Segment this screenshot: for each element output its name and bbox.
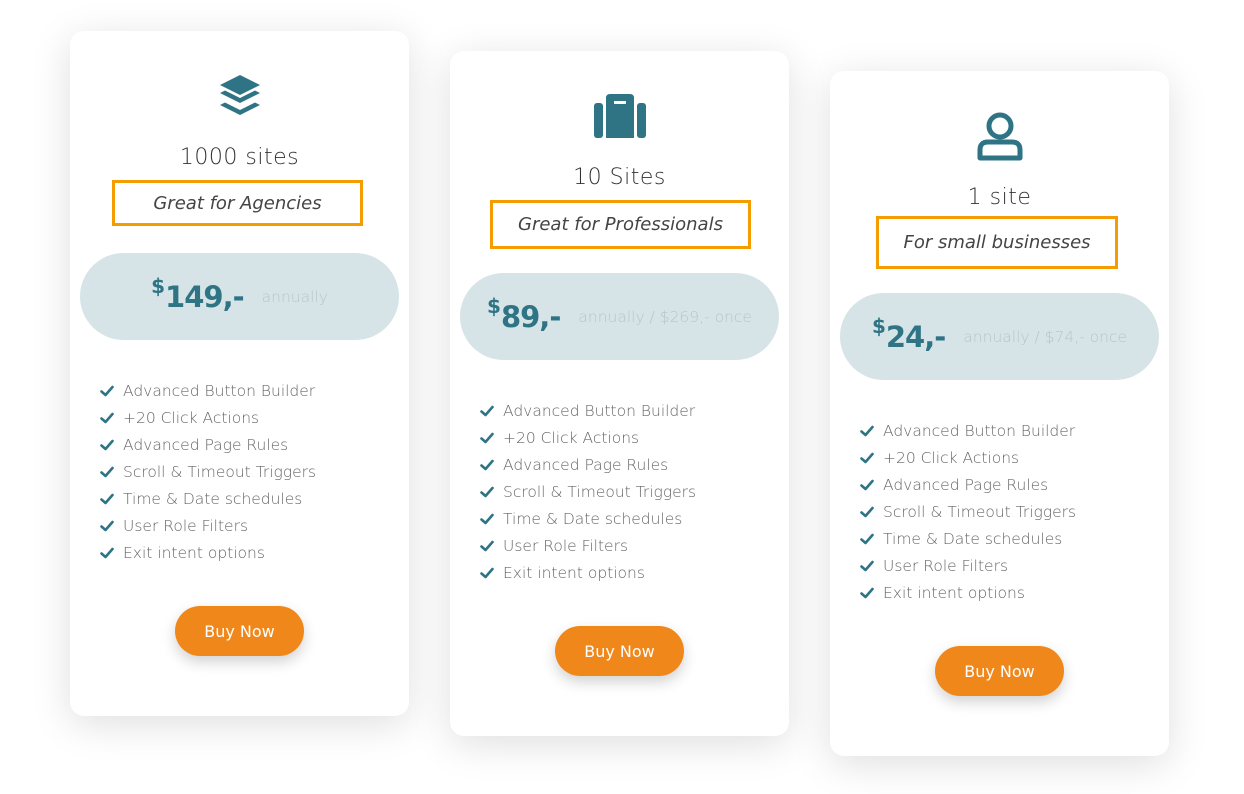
feature-item: Advanced Page Rules — [860, 471, 1076, 498]
price: $ 149,- — [151, 274, 245, 314]
feature-label: User Role Filters — [883, 556, 1009, 575]
feature-label: +20 Click Actions — [883, 448, 1020, 467]
check-icon — [480, 539, 494, 553]
feature-item: Time & Date schedules — [480, 505, 696, 532]
feature-item: Advanced Page Rules — [480, 451, 696, 478]
feature-label: User Role Filters — [503, 536, 629, 555]
price: $ 89,- — [487, 294, 561, 334]
plan-title: 1 site — [967, 185, 1032, 210]
feature-item: Scroll & Timeout Triggers — [480, 478, 696, 505]
feature-item: +20 Click Actions — [480, 424, 696, 451]
check-icon — [100, 519, 114, 533]
feature-label: Scroll & Timeout Triggers — [883, 502, 1077, 521]
feature-label: Exit intent options — [123, 543, 265, 562]
feature-item: Exit intent options — [480, 559, 696, 586]
buy-now-button[interactable]: Buy Now — [175, 606, 304, 656]
feature-item: Scroll & Timeout Triggers — [100, 458, 316, 485]
feature-item: Exit intent options — [860, 579, 1076, 606]
price-note: annually — [261, 287, 328, 306]
check-icon — [860, 532, 874, 546]
feature-item: User Role Filters — [860, 552, 1076, 579]
check-icon — [100, 438, 114, 452]
feature-item: Scroll & Timeout Triggers — [860, 498, 1076, 525]
feature-label: Advanced Page Rules — [883, 475, 1049, 494]
feature-list: Advanced Button Builder +20 Click Actions… — [860, 417, 1076, 606]
feature-item: User Role Filters — [480, 532, 696, 559]
feature-item: Advanced Button Builder — [860, 417, 1076, 444]
price-pill: $ 89,- annually / $269,- once — [460, 273, 779, 360]
price-value: 89,- — [500, 299, 561, 334]
feature-item: Time & Date schedules — [860, 525, 1076, 552]
feature-label: Scroll & Timeout Triggers — [123, 462, 317, 481]
feature-item: Advanced Button Builder — [100, 377, 316, 404]
pricing-card-small-business: 1 site For small businesses $ 24,- annua… — [830, 71, 1169, 756]
feature-item: +20 Click Actions — [860, 444, 1076, 471]
plan-subtitle: For small businesses — [876, 216, 1118, 269]
pricing-card-agencies: 1000 sites Great for Agencies $ 149,- an… — [70, 31, 409, 716]
feature-list: Advanced Button Builder +20 Click Actions… — [100, 377, 316, 566]
check-icon — [100, 411, 114, 425]
feature-label: Scroll & Timeout Triggers — [503, 482, 697, 501]
price-value: 24,- — [885, 319, 946, 354]
price-pill: $ 24,- annually / $74,- once — [840, 293, 1159, 380]
check-icon — [480, 566, 494, 580]
price-note: annually / $269,- once — [578, 307, 752, 326]
price-value: 149,- — [165, 279, 245, 314]
check-icon — [860, 451, 874, 465]
check-icon — [860, 505, 874, 519]
currency-symbol: $ — [871, 313, 886, 338]
check-icon — [860, 586, 874, 600]
check-icon — [100, 546, 114, 560]
feature-item: Advanced Button Builder — [480, 397, 696, 424]
pricing-card-professionals: 10 Sites Great for Professionals $ 89,- … — [450, 51, 789, 736]
check-icon — [100, 465, 114, 479]
check-icon — [860, 559, 874, 573]
check-icon — [100, 492, 114, 506]
feature-item: Advanced Page Rules — [100, 431, 316, 458]
plan-title: 1000 sites — [179, 145, 300, 170]
check-icon — [860, 478, 874, 492]
price-note: annually / $74,- once — [963, 327, 1128, 346]
user-icon — [830, 112, 1169, 162]
check-icon — [100, 384, 114, 398]
feature-label: Time & Date schedules — [503, 509, 683, 528]
buy-now-button[interactable]: Buy Now — [935, 646, 1064, 696]
layers-icon — [70, 75, 409, 119]
feature-label: +20 Click Actions — [123, 408, 260, 427]
check-icon — [480, 485, 494, 499]
check-icon — [480, 512, 494, 526]
plan-title: 10 Sites — [573, 165, 666, 190]
price: $ 24,- — [872, 314, 946, 354]
plan-subtitle: Great for Professionals — [490, 200, 751, 249]
feature-item: Time & Date schedules — [100, 485, 316, 512]
feature-label: Exit intent options — [503, 563, 645, 582]
currency-symbol: $ — [487, 293, 501, 318]
check-icon — [480, 458, 494, 472]
feature-label: Advanced Button Builder — [883, 421, 1076, 440]
feature-label: User Role Filters — [123, 516, 249, 535]
check-icon — [480, 431, 494, 445]
feature-label: Advanced Page Rules — [503, 455, 669, 474]
feature-label: +20 Click Actions — [503, 428, 640, 447]
briefcase-icon — [450, 94, 789, 138]
feature-label: Advanced Page Rules — [123, 435, 289, 454]
feature-label: Advanced Button Builder — [503, 401, 696, 420]
buy-now-button[interactable]: Buy Now — [555, 626, 684, 676]
price-pill: $ 149,- annually — [80, 253, 399, 340]
feature-label: Exit intent options — [883, 583, 1025, 602]
currency-symbol: $ — [151, 273, 165, 298]
feature-item: User Role Filters — [100, 512, 316, 539]
feature-label: Time & Date schedules — [883, 529, 1063, 548]
feature-label: Advanced Button Builder — [123, 381, 316, 400]
feature-list: Advanced Button Builder +20 Click Actions… — [480, 397, 696, 586]
feature-label: Time & Date schedules — [123, 489, 303, 508]
plan-subtitle: Great for Agencies — [112, 180, 363, 226]
feature-item: Exit intent options — [100, 539, 316, 566]
check-icon — [860, 424, 874, 438]
feature-item: +20 Click Actions — [100, 404, 316, 431]
check-icon — [480, 404, 494, 418]
